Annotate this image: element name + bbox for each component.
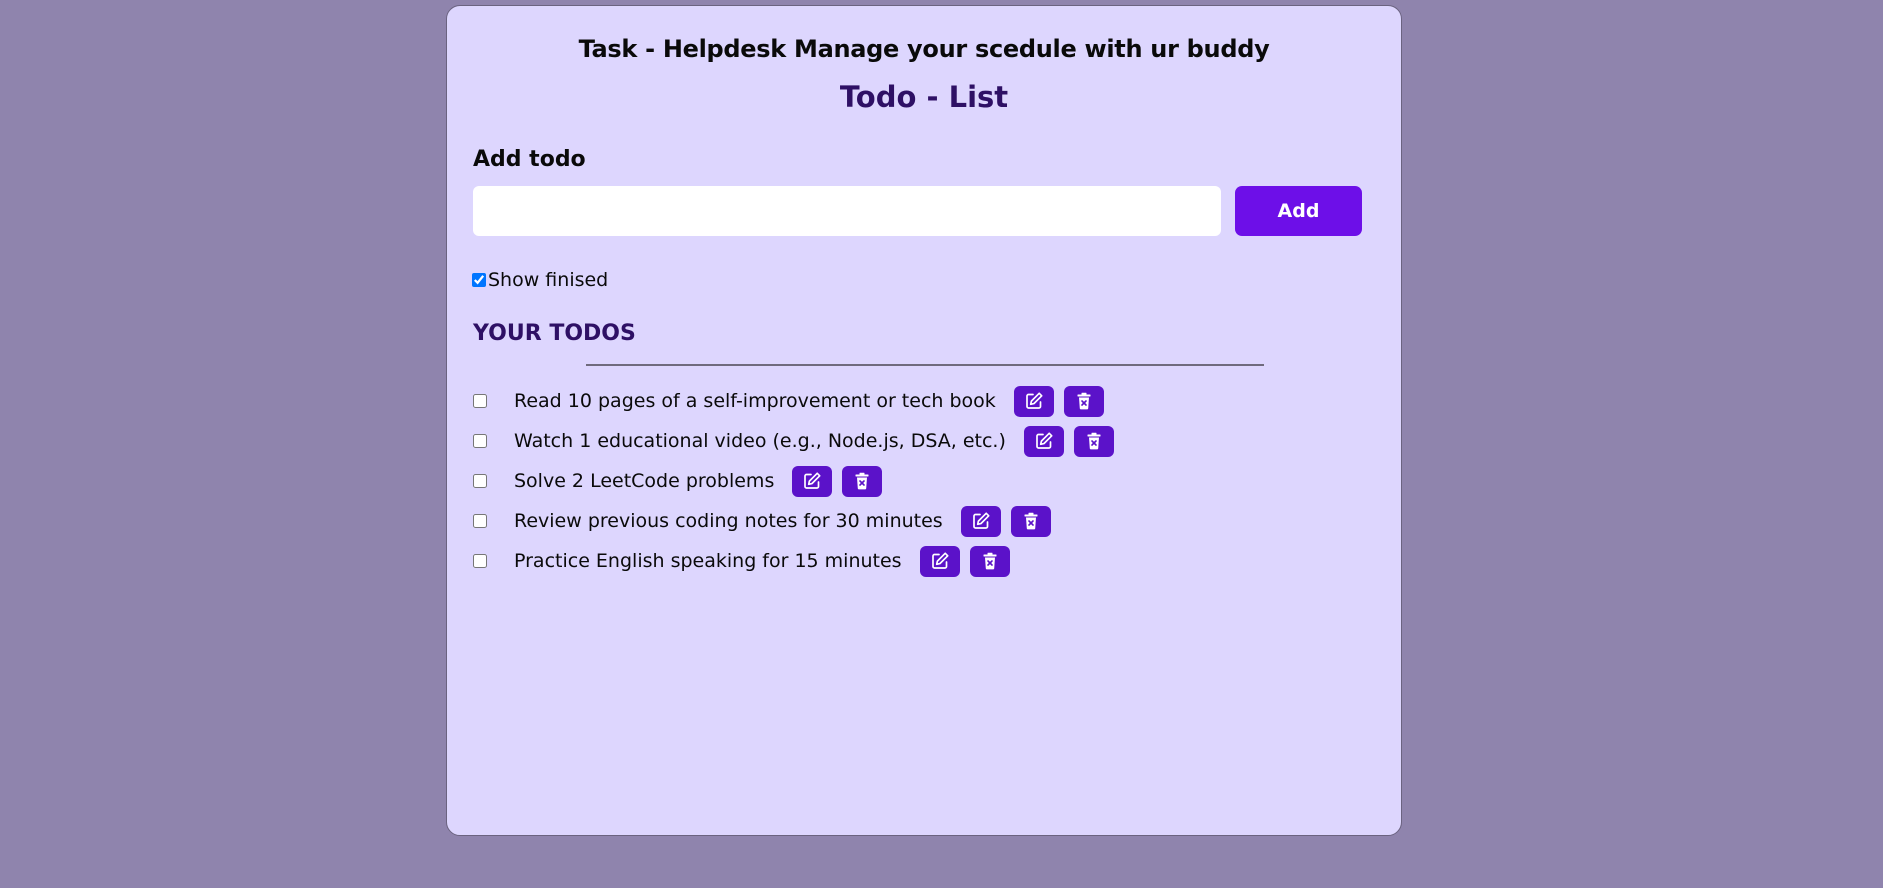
delete-button[interactable] [1073, 425, 1114, 457]
delete-button[interactable] [1010, 505, 1051, 537]
delete-icon [1023, 512, 1039, 530]
todo-text: Watch 1 educational video (e.g., Node.js… [514, 430, 1006, 452]
todo-text: Read 10 pages of a self-improvement or t… [514, 390, 996, 412]
edit-icon [930, 551, 950, 571]
todo-item: Solve 2 LeetCode problems [473, 461, 1124, 501]
show-finished-checkbox[interactable] [472, 273, 486, 287]
todo-item: Review previous coding notes for 30 minu… [473, 501, 1124, 541]
edit-icon [1024, 391, 1044, 411]
divider [586, 364, 1264, 366]
todo-card: Task - Helpdesk Manage your scedule with… [446, 5, 1402, 836]
todo-checkbox[interactable] [473, 554, 487, 568]
edit-button[interactable] [919, 545, 960, 577]
edit-button[interactable] [792, 465, 833, 497]
edit-icon [1034, 431, 1054, 451]
delete-button[interactable] [969, 545, 1010, 577]
todo-checkbox[interactable] [473, 394, 487, 408]
add-todo-heading: Add todo [473, 147, 586, 172]
todo-text: Solve 2 LeetCode problems [514, 470, 775, 492]
edit-icon [802, 471, 822, 491]
delete-icon [1086, 432, 1102, 450]
app-title: Task - Helpdesk Manage your scedule with… [578, 35, 1270, 63]
todo-item: Practice English speaking for 15 minutes [473, 541, 1124, 581]
show-finished-label: Show finised [488, 269, 609, 291]
todo-text: Practice English speaking for 15 minutes [514, 550, 902, 572]
page-title: Todo - List [839, 80, 1009, 114]
todo-checkbox[interactable] [473, 474, 487, 488]
show-finished-toggle[interactable]: Show finised [472, 269, 608, 291]
todo-text: Review previous coding notes for 30 minu… [514, 510, 943, 532]
todo-checkbox[interactable] [473, 514, 487, 528]
todo-checkbox[interactable] [473, 434, 487, 448]
todo-item: Read 10 pages of a self-improvement or t… [473, 381, 1124, 421]
todo-list: Read 10 pages of a self-improvement or t… [473, 381, 1124, 581]
edit-icon [971, 511, 991, 531]
todo-item: Watch 1 educational video (e.g., Node.js… [473, 421, 1124, 461]
delete-icon [854, 472, 870, 490]
edit-button[interactable] [1023, 425, 1064, 457]
delete-icon [1076, 392, 1092, 410]
add-button[interactable]: Add [1235, 186, 1362, 236]
delete-icon [982, 552, 998, 570]
edit-button[interactable] [1013, 385, 1054, 417]
todos-heading: YOUR TODOS [473, 321, 636, 346]
delete-button[interactable] [1063, 385, 1104, 417]
todo-input[interactable] [473, 186, 1221, 236]
delete-button[interactable] [842, 465, 883, 497]
edit-button[interactable] [960, 505, 1001, 537]
